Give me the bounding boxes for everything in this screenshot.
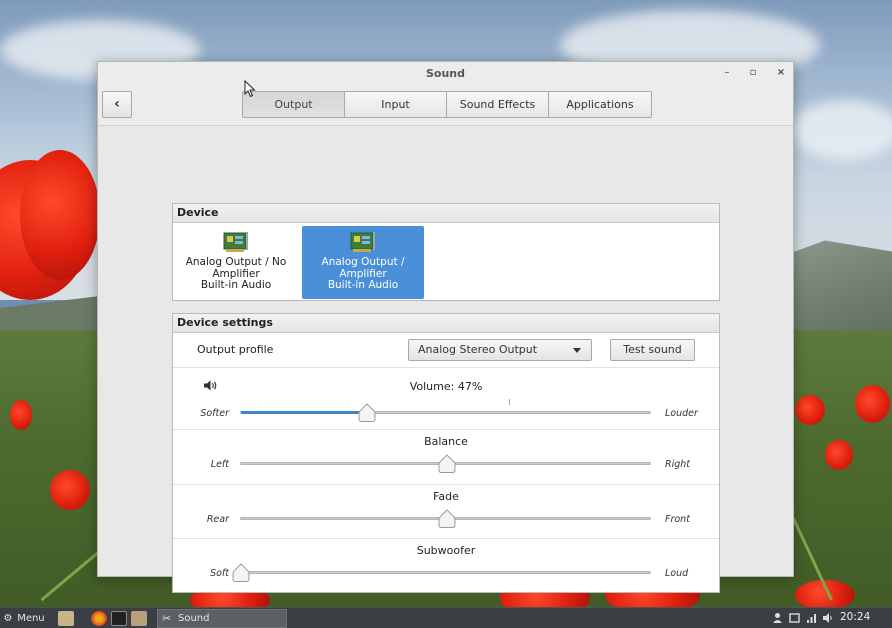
balance-left-label: Left (210, 459, 229, 470)
volume-100-tick (509, 399, 510, 405)
device-settings-header: Device settings (173, 314, 719, 333)
volume-louder-label: Louder (665, 408, 698, 419)
close-button[interactable]: × (775, 66, 787, 80)
tab-sound-effects[interactable]: Sound Effects (447, 92, 549, 117)
output-profile-value: Analog Stereo Output (418, 343, 538, 356)
clock[interactable]: 20:24 (840, 611, 870, 623)
sound-card-icon (223, 232, 248, 252)
balance-slider-handle[interactable] (438, 454, 456, 474)
fade-rear-label: Rear (206, 514, 229, 525)
output-profile-dropdown[interactable]: Analog Stereo Output (408, 339, 592, 361)
sound-card-icon (350, 232, 375, 252)
wallpaper-poppy (10, 400, 32, 430)
balance-row: Balance Left Right (173, 430, 719, 485)
volume-title: Volume: 47% (409, 380, 483, 393)
volume-slider-fill (241, 411, 367, 414)
taskbar: ⚙ Menu ✂ Sound 20:24 (0, 607, 892, 628)
taskbar-task-label: Sound (178, 613, 210, 624)
device-label-line3: Built-in Audio (200, 279, 272, 291)
mouse-pointer-icon (244, 80, 256, 98)
user-icon[interactable] (772, 612, 783, 624)
gear-icon: ⚙ (3, 613, 13, 624)
menu-button[interactable]: ⚙ Menu (2, 611, 45, 626)
volume-softer-label: Softer (200, 408, 229, 419)
dropdown-caret-icon (573, 348, 581, 353)
taskbar-task-sound[interactable]: ✂ Sound (157, 609, 287, 628)
tab-applications[interactable]: Applications (549, 92, 651, 117)
subwoofer-loud-label: Loud (665, 568, 689, 579)
fade-front-label: Front (665, 514, 690, 525)
wallpaper-poppy (50, 470, 90, 510)
wallpaper-poppy (855, 385, 890, 423)
wallpaper-poppy (825, 440, 853, 470)
output-profile-row: Output profile Analog Stereo Output Test… (173, 333, 719, 368)
content-area: Device Analog Output / No Amplifier Buil… (98, 125, 793, 593)
device-analog-output-amplifier[interactable]: Analog Output / Amplifier Built-in Audio (302, 226, 424, 299)
balance-slider[interactable] (240, 454, 651, 473)
sound-window: Sound – ▫ × ‹ Output Input Sound Effects… (97, 61, 794, 593)
wallpaper-hills (780, 240, 892, 345)
terminal-launcher-icon[interactable] (111, 611, 127, 626)
minimize-button[interactable]: – (721, 66, 733, 80)
volume-slider[interactable] (240, 399, 651, 422)
subwoofer-slider-handle[interactable] (232, 563, 250, 583)
device-label-line1: Analog Output / No (185, 256, 287, 268)
window-list-icon[interactable] (789, 612, 800, 624)
subwoofer-title: Subwoofer (416, 544, 476, 557)
device-label-line1: Analog Output / (321, 256, 405, 268)
device-panel-header: Device (173, 204, 719, 223)
back-button[interactable]: ‹ (102, 91, 132, 118)
fade-slider[interactable] (240, 509, 651, 528)
chevron-left-icon: ‹ (114, 96, 120, 112)
subwoofer-slider[interactable] (232, 563, 651, 582)
wallpaper-poppy (20, 150, 100, 280)
device-settings-panel: Device settings Output profile Analog St… (172, 313, 720, 593)
volume-slider-handle[interactable] (358, 403, 376, 423)
file-manager-launcher-icon[interactable] (58, 611, 74, 626)
network-icon[interactable] (806, 612, 817, 624)
subwoofer-soft-label: Soft (210, 568, 229, 579)
subwoofer-row: Subwoofer Soft Loud (173, 539, 719, 593)
output-profile-label: Output profile (197, 343, 274, 356)
firefox-launcher-icon[interactable] (91, 611, 107, 626)
device-panel: Device Analog Output / No Amplifier Buil… (172, 203, 720, 301)
volume-tray-icon[interactable] (823, 612, 834, 624)
menu-label: Menu (17, 613, 45, 624)
device-analog-output-no-amplifier[interactable]: Analog Output / No Amplifier Built-in Au… (175, 226, 297, 299)
window-titlebar[interactable]: Sound – ▫ × (98, 62, 793, 86)
toolbar: ‹ Output Input Sound Effects Application… (98, 86, 793, 124)
maximize-button[interactable]: ▫ (747, 66, 759, 80)
wallpaper-cloud (790, 100, 892, 160)
balance-right-label: Right (665, 459, 691, 470)
volume-row: Volume: 47% Softer Louder (173, 368, 719, 430)
fade-slider-handle[interactable] (438, 509, 456, 529)
wallpaper-poppy (795, 395, 825, 425)
fade-title: Fade (433, 490, 459, 503)
device-label-line3: Built-in Audio (327, 279, 399, 291)
fade-row: Fade Rear Front (173, 485, 719, 539)
sound-settings-icon: ✂ (162, 612, 172, 625)
window-title: Sound (425, 67, 465, 80)
tab-input[interactable]: Input (345, 92, 447, 117)
tab-bar: Output Input Sound Effects Applications (242, 91, 652, 118)
folder-launcher-icon[interactable] (131, 611, 147, 626)
test-sound-button[interactable]: Test sound (610, 339, 695, 361)
balance-title: Balance (424, 435, 468, 448)
tab-output[interactable]: Output (243, 92, 345, 117)
